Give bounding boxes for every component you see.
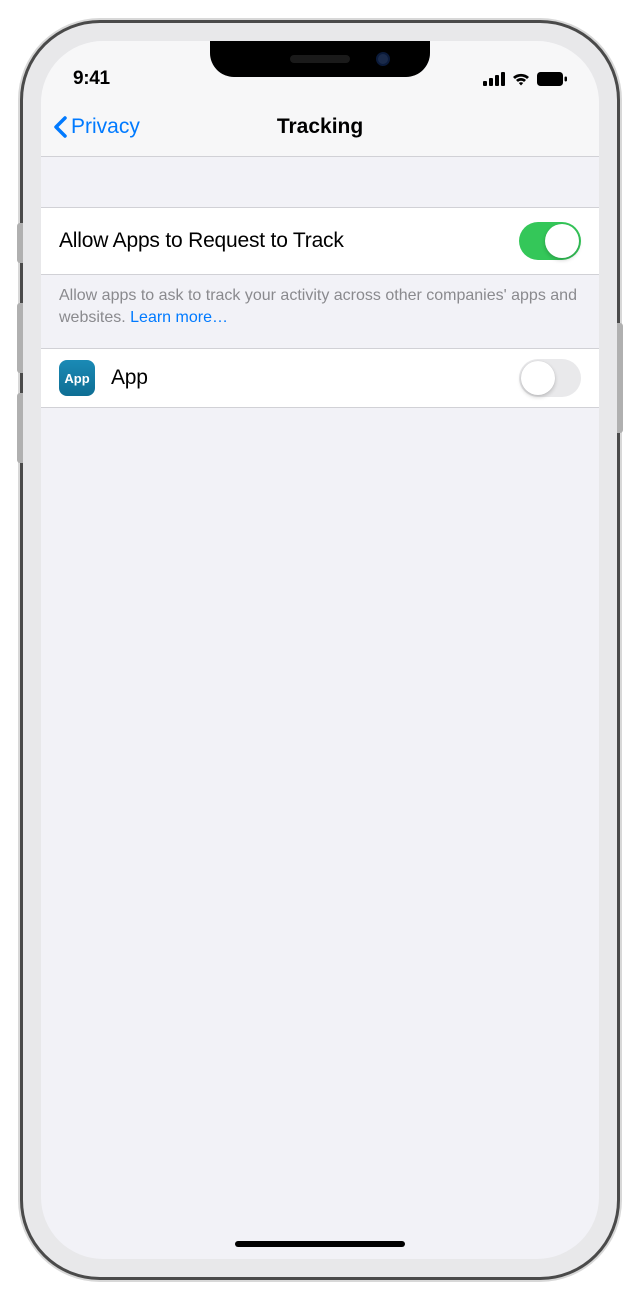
- nav-bar: Privacy Tracking: [41, 97, 599, 157]
- allow-tracking-label: Allow Apps to Request to Track: [59, 229, 519, 253]
- back-label: Privacy: [71, 115, 140, 139]
- back-button[interactable]: Privacy: [53, 115, 140, 139]
- tracking-footer: Allow apps to ask to track your activity…: [41, 275, 599, 348]
- notch: [210, 41, 430, 77]
- chevron-left-icon: [53, 116, 67, 138]
- app-icon-text: App: [64, 371, 89, 386]
- silent-switch: [17, 223, 23, 263]
- app-row: App App: [41, 348, 599, 408]
- power-button: [617, 323, 623, 433]
- app-icon: App: [59, 360, 95, 396]
- app-name: App: [111, 366, 503, 390]
- allow-tracking-toggle[interactable]: [519, 222, 581, 260]
- status-icons: [483, 72, 567, 86]
- battery-icon: [537, 72, 567, 86]
- cellular-signal-icon: [483, 72, 505, 86]
- speaker: [290, 55, 350, 63]
- volume-up-button: [17, 303, 23, 373]
- status-time: 9:41: [73, 68, 110, 90]
- volume-down-button: [17, 393, 23, 463]
- home-indicator[interactable]: [235, 1241, 405, 1247]
- learn-more-link[interactable]: Learn more…: [130, 309, 228, 326]
- content: Allow Apps to Request to Track Allow app…: [41, 157, 599, 408]
- page-title: Tracking: [277, 115, 363, 139]
- wifi-icon: [511, 72, 531, 86]
- phone-screen: 9:41: [41, 41, 599, 1259]
- allow-tracking-row: Allow Apps to Request to Track: [41, 207, 599, 275]
- front-camera: [376, 52, 390, 66]
- phone-frame: 9:41: [20, 20, 620, 1280]
- app-tracking-toggle[interactable]: [519, 359, 581, 397]
